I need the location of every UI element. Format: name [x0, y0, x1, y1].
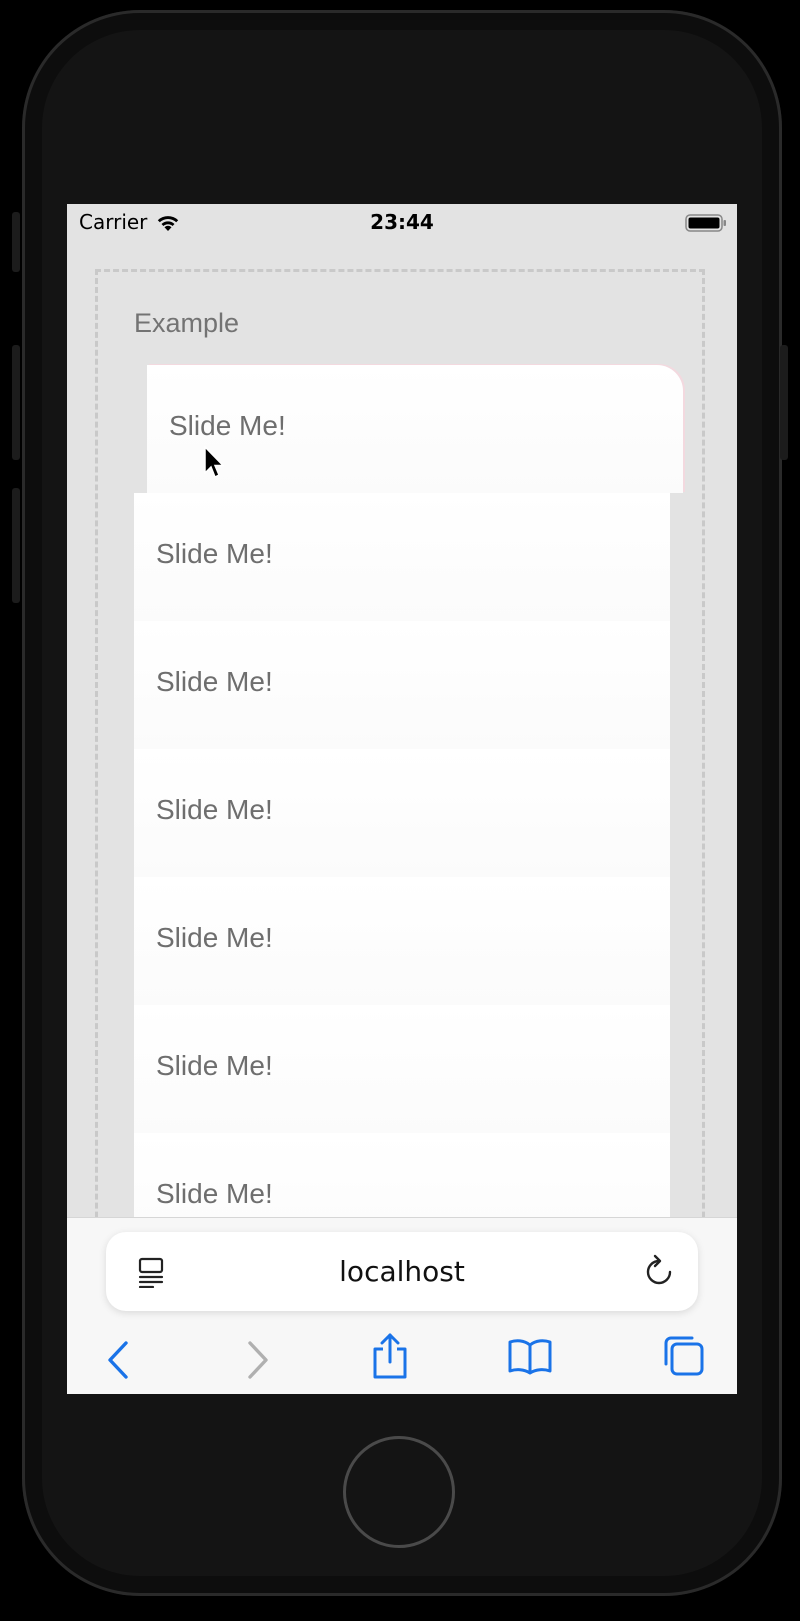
bookmarks-icon[interactable]: [507, 1336, 553, 1380]
slide-item[interactable]: Slide Me!: [134, 1005, 670, 1133]
slide-item-label: Slide Me!: [156, 922, 273, 953]
home-button[interactable]: [343, 1436, 455, 1548]
battery-icon: [685, 213, 727, 237]
slide-item-label: Slide Me!: [156, 1050, 273, 1081]
browser-toolbar: localhost: [67, 1217, 737, 1394]
status-time: 23:44: [370, 210, 434, 234]
slide-item-label: Slide Me!: [156, 794, 273, 825]
tabs-icon[interactable]: [662, 1334, 706, 1382]
slide-item-label: Slide Me!: [156, 1178, 273, 1209]
slide-item[interactable]: Slide Me!: [134, 621, 670, 749]
status-bar: Carrier 23:44: [67, 204, 737, 242]
slide-item-label: Slide Me!: [156, 666, 273, 697]
power-button: [780, 345, 788, 460]
url-text: localhost: [339, 1255, 465, 1288]
slide-item-dragging[interactable]: Slide Me!: [147, 365, 683, 493]
example-heading: Example: [134, 308, 240, 338]
forward-icon[interactable]: [245, 1340, 271, 1384]
slide-item[interactable]: Slide Me!: [134, 877, 670, 1005]
slide-item[interactable]: Slide Me!: [134, 493, 670, 621]
back-icon[interactable]: [105, 1340, 131, 1384]
mouse-cursor-icon: [204, 445, 226, 484]
address-bar[interactable]: localhost: [106, 1232, 698, 1311]
mute-switch: [12, 212, 20, 272]
volume-down-button: [12, 488, 20, 603]
reload-icon[interactable]: [644, 1254, 674, 1292]
slide-item-label: Slide Me!: [169, 410, 286, 441]
slide-item[interactable]: Slide Me!: [134, 749, 670, 877]
share-icon[interactable]: [370, 1331, 410, 1385]
volume-up-button: [12, 345, 20, 460]
phone-screen: Carrier 23:44 Example Slide Me! Slide Me…: [67, 204, 737, 1394]
slide-item-label: Slide Me!: [156, 538, 273, 569]
